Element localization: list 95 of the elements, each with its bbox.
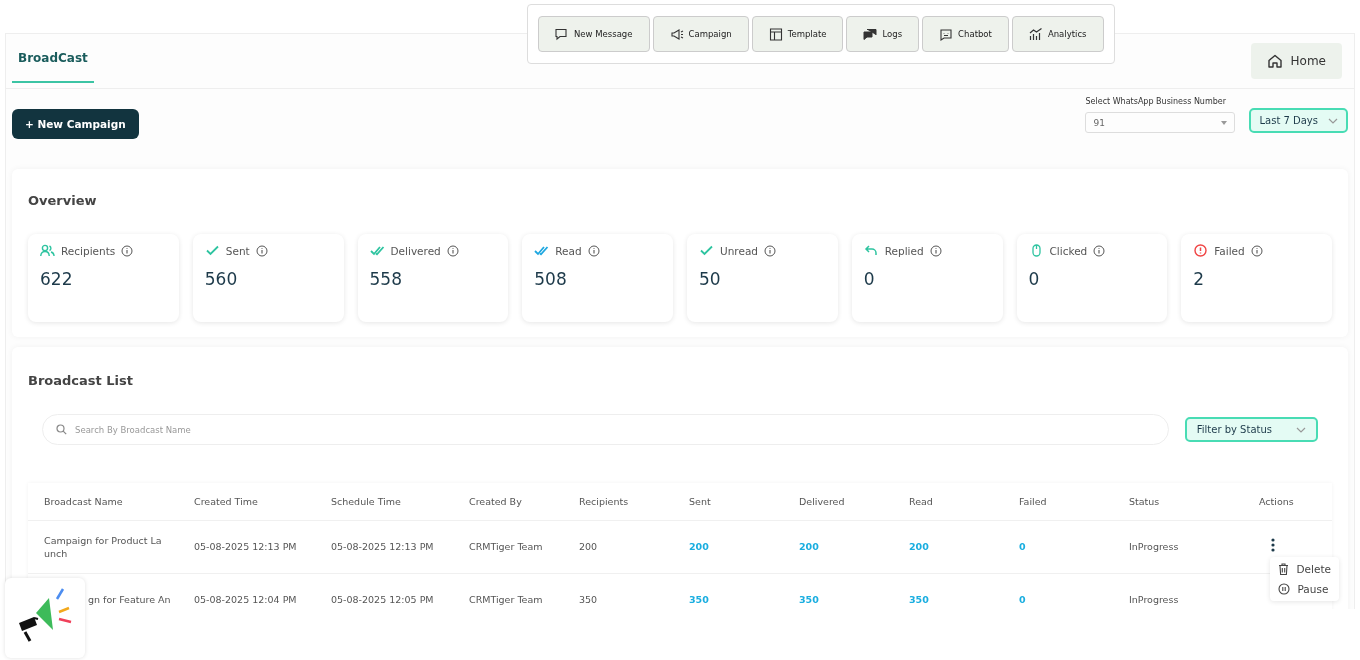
column-header: Schedule Time [331,496,402,507]
column-header: Created Time [194,496,259,507]
info-icon[interactable] [929,244,942,257]
stat-label: Read [555,244,582,257]
stat-value: 622 [40,269,74,289]
info-icon[interactable] [764,244,776,257]
period-dropdown[interactable]: Last 7 Days [1249,108,1348,133]
status-filter-dropdown[interactable]: Filter by Status [1184,417,1318,442]
info-icon[interactable] [587,244,600,257]
chevron-icon [1328,117,1338,124]
table-cell-text: 350 [799,593,820,607]
home-button[interactable]: Home [1250,43,1342,79]
column-header: Broadcast Name [44,496,124,507]
check-icon [699,244,714,257]
column-header: Actions [1259,496,1295,507]
stat-label: Replied [884,244,924,257]
table-cell-text: 05-08-2025 12:04 PM [194,593,298,607]
table-cell-text: gn for Feature An [87,593,172,607]
stat-label: Recipients [61,244,116,257]
table-cell-text: Campaign for Product La unch [44,533,163,561]
number-select[interactable]: 91 [1085,112,1236,133]
alert-icon [1193,244,1209,257]
more-icon[interactable] [1271,538,1275,553]
stat-label: Sent [225,244,250,257]
info-icon[interactable] [1250,244,1263,257]
table-cell-text: 200 [689,540,710,554]
chatbot-icon [939,27,954,41]
users-icon [40,244,55,257]
dropdown-arrow-icon [1221,120,1228,125]
broadcast-tab[interactable]: BroadCast [12,39,94,83]
table-cell-text: 05-08-2025 12:13 PM [331,540,435,554]
toolbar-button[interactable]: Template [751,16,844,52]
table-cell-text: 05-08-2025 12:13 PM [194,540,298,554]
table-cell-text: 350 [909,593,930,607]
stat-value: 0 [1028,269,1041,289]
info-icon[interactable] [121,244,134,257]
table-cell-text: 350 [579,593,599,607]
table-cell-text: 0 [1019,593,1027,607]
message-icon [555,27,569,41]
toolbar-button[interactable]: Logs [846,16,920,52]
select-label: Select WhatsApp Business Number [1085,97,1228,106]
logs-icon [863,27,878,41]
column-header: Failed [1019,496,1048,507]
toolbar-button[interactable]: Analytics [1011,16,1104,52]
info-icon[interactable] [446,244,459,257]
stat-value: 508 [534,269,568,289]
trash-icon [1277,563,1289,575]
template-icon [768,27,783,41]
table-cell-text: InProgress [1129,540,1180,554]
megaphone-icon [669,27,684,41]
pause-icon [1277,583,1290,595]
table-cell-text: 05-08-2025 12:05 PM [331,593,435,607]
info-icon[interactable] [1093,244,1106,257]
table-cell-text: 0 [1019,540,1027,554]
table-cell-text: 350 [689,593,710,607]
column-header: Recipients [579,496,630,507]
table-cell-text: CRMTiger Team [469,540,544,554]
search-icon [56,424,67,435]
stat-value: 558 [369,269,403,289]
column-header: Delivered [799,496,846,507]
menu-item[interactable]: Delete [1277,561,1331,577]
toolbar-button[interactable]: New Message [538,16,650,52]
stat-value: 0 [863,269,876,289]
menu-item[interactable]: Pause [1277,581,1331,597]
stat-value: 50 [699,269,722,289]
stat-label: Failed [1214,244,1245,257]
reply-icon [863,244,879,257]
column-header: Status [1129,496,1161,507]
double-check-icon [534,244,550,257]
column-header: Sent [689,496,712,507]
stat-value: 2 [1193,269,1206,289]
stat-label: Delivered [390,244,441,257]
section-title: Overview [28,193,98,208]
section-title: Broadcast List [28,373,134,388]
analytics-icon [1028,27,1043,41]
check-icon [204,244,220,257]
toolbar-button[interactable]: Campaign [652,16,749,52]
info-icon[interactable] [255,244,268,257]
search-field[interactable]: Search By Broadcast Name [42,414,1169,445]
table-cell-text: 200 [579,540,599,554]
column-header: Read [909,496,934,507]
table-cell-text: InProgress [1129,593,1180,607]
double-check-icon [369,244,385,257]
chevron-icon [1296,426,1306,433]
table-cell-text: 200 [909,540,930,554]
table-cell-text: CRMTiger Team [469,593,544,607]
stat-label: Clicked [1049,244,1088,257]
column-header: Created By [469,496,523,507]
toolbar-button[interactable]: Chatbot [922,16,1009,52]
table-cell-text: 200 [799,540,820,554]
stat-value: 560 [204,269,239,289]
home-icon [1266,53,1283,69]
new-campaign-button[interactable]: + New Campaign [12,109,139,139]
stat-label: Unread [720,244,758,257]
megaphone-widget[interactable] [5,578,85,658]
